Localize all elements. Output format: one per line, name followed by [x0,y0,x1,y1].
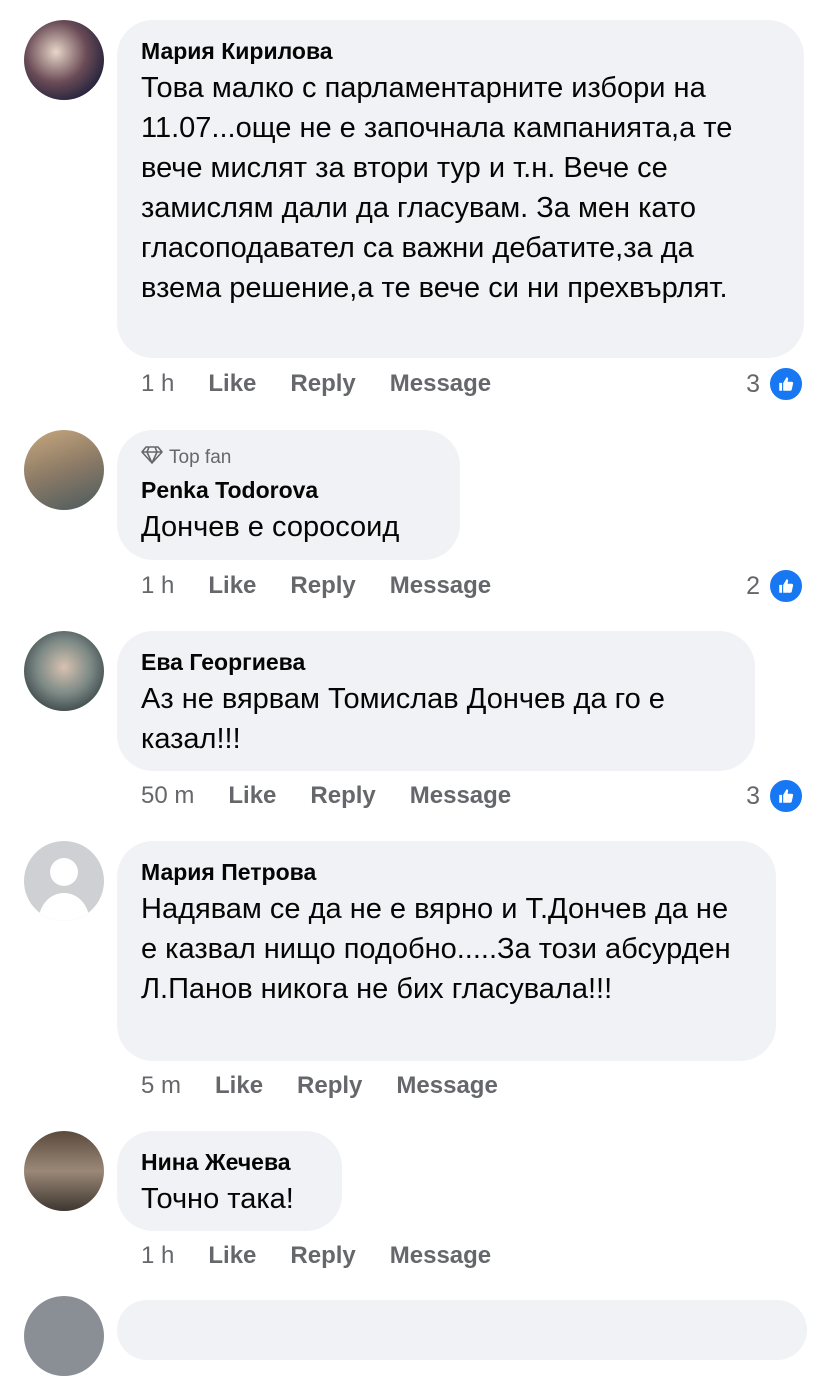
comment-time[interactable]: 1 h [141,370,174,398]
top-fan-label: Top fan [169,447,232,468]
comment-actions: 50 m Like Reply Message [141,782,545,810]
avatar[interactable] [24,20,104,100]
comment-bubble: Top fan Penka Todorova Дончев е соросоид [117,430,460,560]
avatar[interactable] [24,631,104,711]
reaction-count[interactable]: 3 [746,366,804,402]
reaction-number: 3 [746,369,760,398]
avatar[interactable] [24,841,104,921]
reply-button[interactable]: Reply [297,1072,362,1100]
comment-text: Дончев е соросоид [141,511,400,543]
comment-author[interactable]: Ева Георгиева [141,647,731,677]
comment-time[interactable]: 1 h [141,572,174,600]
reply-button[interactable]: Reply [290,1242,355,1270]
comment-actions: 1 h Like Reply Message [141,572,525,600]
message-button[interactable]: Message [396,1072,497,1100]
thumbs-up-icon [768,778,804,814]
comment-bubble: Мария Петрова Надявам се да не е вярно и… [117,841,776,1061]
comment-time[interactable]: 1 h [141,1242,174,1270]
message-button[interactable]: Message [410,782,511,810]
comment-time[interactable]: 50 m [141,782,194,810]
comment-text: Аз не вярвам Томислав Дончев да го е каз… [141,683,665,755]
message-button[interactable]: Message [390,370,491,398]
reply-button[interactable]: Reply [290,572,355,600]
avatar[interactable] [24,430,104,510]
message-button[interactable]: Message [390,1242,491,1270]
like-button[interactable]: Like [215,1072,263,1100]
comment-bubble: Ева Георгиева Аз не вярвам Томислав Донч… [117,631,755,771]
comment-text: Точно така! [141,1183,294,1215]
reaction-count[interactable]: 2 [746,568,804,604]
like-button[interactable]: Like [208,572,256,600]
like-button[interactable]: Like [208,370,256,398]
thumbs-up-icon [768,568,804,604]
top-fan-badge: Top fan [141,446,436,470]
comment-bubble: Мария Кирилова Това малко с парламентарн… [117,20,804,358]
comment-actions: 1 h Like Reply Message [141,1242,525,1270]
comment-text: Това малко с парламентарните избори на 1… [141,72,733,304]
default-avatar-icon [38,858,90,921]
reaction-number: 3 [746,781,760,810]
avatar[interactable] [24,1131,104,1211]
comment-actions: 5 m Like Reply Message [141,1072,532,1100]
comment-bubble [117,1300,807,1360]
message-button[interactable]: Message [390,572,491,600]
comment-actions: 1 h Like Reply Message [141,370,525,398]
comment-author[interactable]: Penka Todorova [141,475,436,505]
diamond-icon [141,446,163,470]
reply-button[interactable]: Reply [310,782,375,810]
thumbs-up-icon [768,366,804,402]
comment-bubble: Нина Жечева Точно така! [117,1131,342,1231]
comment-author[interactable]: Мария Кирилова [141,36,780,66]
reaction-count[interactable]: 3 [746,778,804,814]
reply-button[interactable]: Reply [290,370,355,398]
comment-author[interactable]: Мария Петрова [141,857,752,887]
reaction-number: 2 [746,571,760,600]
like-button[interactable]: Like [228,782,276,810]
comment-time[interactable]: 5 m [141,1072,181,1100]
comment-text: Надявам се да не е вярно и Т.Дончев да н… [141,893,731,1005]
avatar[interactable] [24,1296,104,1376]
like-button[interactable]: Like [208,1242,256,1270]
comment-author[interactable]: Нина Жечева [141,1147,318,1177]
